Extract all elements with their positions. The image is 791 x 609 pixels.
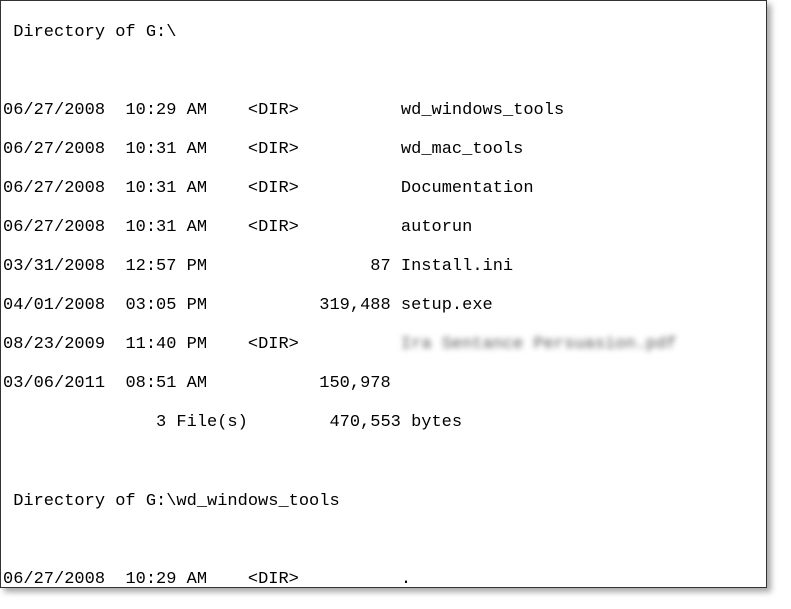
directory-header: Directory of G:\ xyxy=(3,23,766,43)
blank-line xyxy=(3,62,766,82)
blank-line xyxy=(3,453,766,473)
dir-summary: 3 File(s) 470,553 bytes xyxy=(3,413,766,433)
redacted-filename: Ira Sentance Persuasion.pdf xyxy=(401,335,676,354)
dir-entry: 06/27/2008 10:31 AM <DIR> Documentation xyxy=(3,179,766,199)
dir-entry: 03/31/2008 12:57 PM 87 Install.ini xyxy=(3,257,766,277)
dir-entry: 06/27/2008 10:29 AM <DIR> . xyxy=(3,570,766,588)
dir-entry: 06/27/2008 10:31 AM <DIR> wd_mac_tools xyxy=(3,140,766,160)
dir-entry: 06/27/2008 10:31 AM <DIR> autorun xyxy=(3,218,766,238)
terminal-output: Directory of G:\ 06/27/2008 10:29 AM <DI… xyxy=(0,0,767,588)
dir-entry: 06/27/2008 10:29 AM <DIR> wd_windows_too… xyxy=(3,101,766,121)
blank-line xyxy=(3,531,766,551)
dir-entry: 08/23/2009 11:40 PM <DIR> Ira Sentance P… xyxy=(3,335,766,355)
dir-entry: 04/01/2008 03:05 PM 319,488 setup.exe xyxy=(3,296,766,316)
directory-header: Directory of G:\wd_windows_tools xyxy=(3,492,766,512)
dir-entry: 03/06/2011 08:51 AM 150,978 xyxy=(3,374,766,394)
